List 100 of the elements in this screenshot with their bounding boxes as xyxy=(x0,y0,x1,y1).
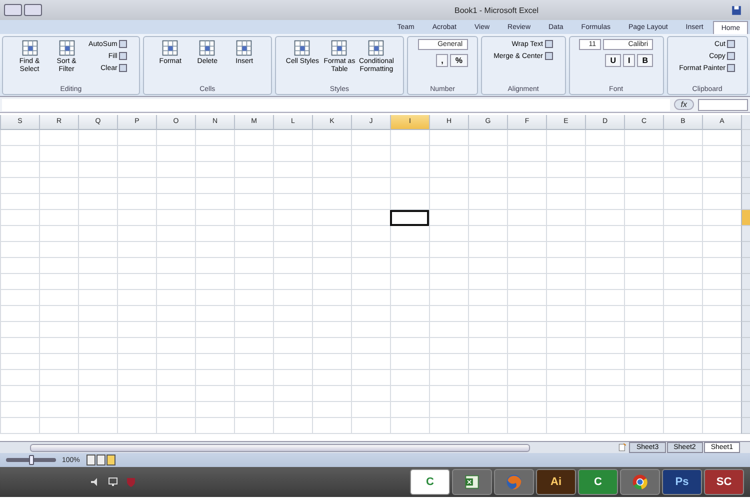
table-cell[interactable] xyxy=(663,354,702,370)
row-header[interactable] xyxy=(741,354,750,370)
style-button[interactable]: U xyxy=(605,54,622,67)
table-cell[interactable] xyxy=(624,178,663,194)
table-cell[interactable] xyxy=(0,162,39,178)
table-cell[interactable] xyxy=(273,258,312,274)
table-cell[interactable] xyxy=(39,306,78,322)
table-cell[interactable] xyxy=(468,242,507,258)
table-cell[interactable] xyxy=(273,274,312,290)
speaker-icon[interactable] xyxy=(90,477,100,487)
table-cell[interactable] xyxy=(0,418,39,434)
table-cell[interactable] xyxy=(273,306,312,322)
table-cell[interactable] xyxy=(351,306,390,322)
table-cell[interactable] xyxy=(663,130,702,146)
table-cell[interactable] xyxy=(585,386,624,402)
table-cell[interactable] xyxy=(546,242,585,258)
table-cell[interactable] xyxy=(351,418,390,434)
table-cell[interactable] xyxy=(78,210,117,226)
table-cell[interactable] xyxy=(663,386,702,402)
table-cell[interactable] xyxy=(429,210,468,226)
table-cell[interactable] xyxy=(624,210,663,226)
table-cell[interactable] xyxy=(390,338,429,354)
table-cell[interactable] xyxy=(507,258,546,274)
table-cell[interactable] xyxy=(546,146,585,162)
table-cell[interactable] xyxy=(0,178,39,194)
table-cell[interactable] xyxy=(234,418,273,434)
table-cell[interactable] xyxy=(390,402,429,418)
table-cell[interactable] xyxy=(117,290,156,306)
table-cell[interactable] xyxy=(351,290,390,306)
table-cell[interactable] xyxy=(273,194,312,210)
table-cell[interactable] xyxy=(429,354,468,370)
table-cell[interactable] xyxy=(585,370,624,386)
table-cell[interactable] xyxy=(390,386,429,402)
table-cell[interactable] xyxy=(390,130,429,146)
table-cell[interactable] xyxy=(117,146,156,162)
table-cell[interactable] xyxy=(546,258,585,274)
table-cell[interactable] xyxy=(0,210,39,226)
table-cell[interactable] xyxy=(234,370,273,386)
table-cell[interactable] xyxy=(78,146,117,162)
table-cell[interactable] xyxy=(624,162,663,178)
table-cell[interactable] xyxy=(312,226,351,242)
table-cell[interactable] xyxy=(156,402,195,418)
table-cell[interactable] xyxy=(468,386,507,402)
table-cell[interactable] xyxy=(273,226,312,242)
table-cell[interactable] xyxy=(234,210,273,226)
table-cell[interactable] xyxy=(234,178,273,194)
taskbar-button[interactable] xyxy=(494,469,534,495)
table-cell[interactable] xyxy=(234,402,273,418)
table-cell[interactable] xyxy=(78,226,117,242)
row-header[interactable] xyxy=(741,146,750,162)
table-cell[interactable] xyxy=(663,402,702,418)
table-cell[interactable] xyxy=(195,418,234,434)
table-cell[interactable] xyxy=(507,418,546,434)
table-cell[interactable] xyxy=(468,370,507,386)
table-cell[interactable] xyxy=(429,290,468,306)
table-cell[interactable] xyxy=(312,354,351,370)
table-cell[interactable] xyxy=(234,226,273,242)
table-cell[interactable] xyxy=(117,274,156,290)
table-cell[interactable] xyxy=(585,338,624,354)
table-cell[interactable] xyxy=(663,178,702,194)
table-cell[interactable] xyxy=(78,306,117,322)
new-sheet-icon[interactable] xyxy=(617,442,628,453)
table-cell[interactable] xyxy=(351,274,390,290)
table-cell[interactable] xyxy=(195,386,234,402)
table-cell[interactable] xyxy=(585,258,624,274)
table-cell[interactable] xyxy=(78,274,117,290)
table-cell[interactable] xyxy=(0,306,39,322)
table-cell[interactable] xyxy=(117,194,156,210)
table-cell[interactable] xyxy=(429,130,468,146)
monitor-icon[interactable] xyxy=(108,477,118,487)
table-cell[interactable] xyxy=(39,146,78,162)
table-cell[interactable] xyxy=(585,194,624,210)
table-cell[interactable] xyxy=(390,194,429,210)
shield-icon[interactable] xyxy=(126,477,136,487)
row-header[interactable] xyxy=(741,194,750,210)
table-cell[interactable] xyxy=(624,274,663,290)
table-cell[interactable] xyxy=(117,306,156,322)
table-cell[interactable] xyxy=(0,242,39,258)
style-button[interactable]: , xyxy=(436,54,448,67)
table-cell[interactable] xyxy=(39,402,78,418)
table-cell[interactable] xyxy=(117,258,156,274)
table-cell[interactable] xyxy=(585,162,624,178)
table-cell[interactable] xyxy=(156,418,195,434)
table-cell[interactable] xyxy=(390,274,429,290)
table-cell[interactable] xyxy=(117,162,156,178)
table-cell[interactable] xyxy=(273,162,312,178)
taskbar-button[interactable]: C xyxy=(410,469,450,495)
table-cell[interactable] xyxy=(429,242,468,258)
table-cell[interactable] xyxy=(663,338,702,354)
table-cell[interactable] xyxy=(468,258,507,274)
table-cell[interactable] xyxy=(312,290,351,306)
table-cell[interactable] xyxy=(546,402,585,418)
table-cell[interactable] xyxy=(429,418,468,434)
table-cell[interactable] xyxy=(78,194,117,210)
table-cell[interactable] xyxy=(312,338,351,354)
table-cell[interactable] xyxy=(156,210,195,226)
table-cell[interactable] xyxy=(117,402,156,418)
table-cell[interactable] xyxy=(39,194,78,210)
table-cell[interactable] xyxy=(195,194,234,210)
table-cell[interactable] xyxy=(0,146,39,162)
